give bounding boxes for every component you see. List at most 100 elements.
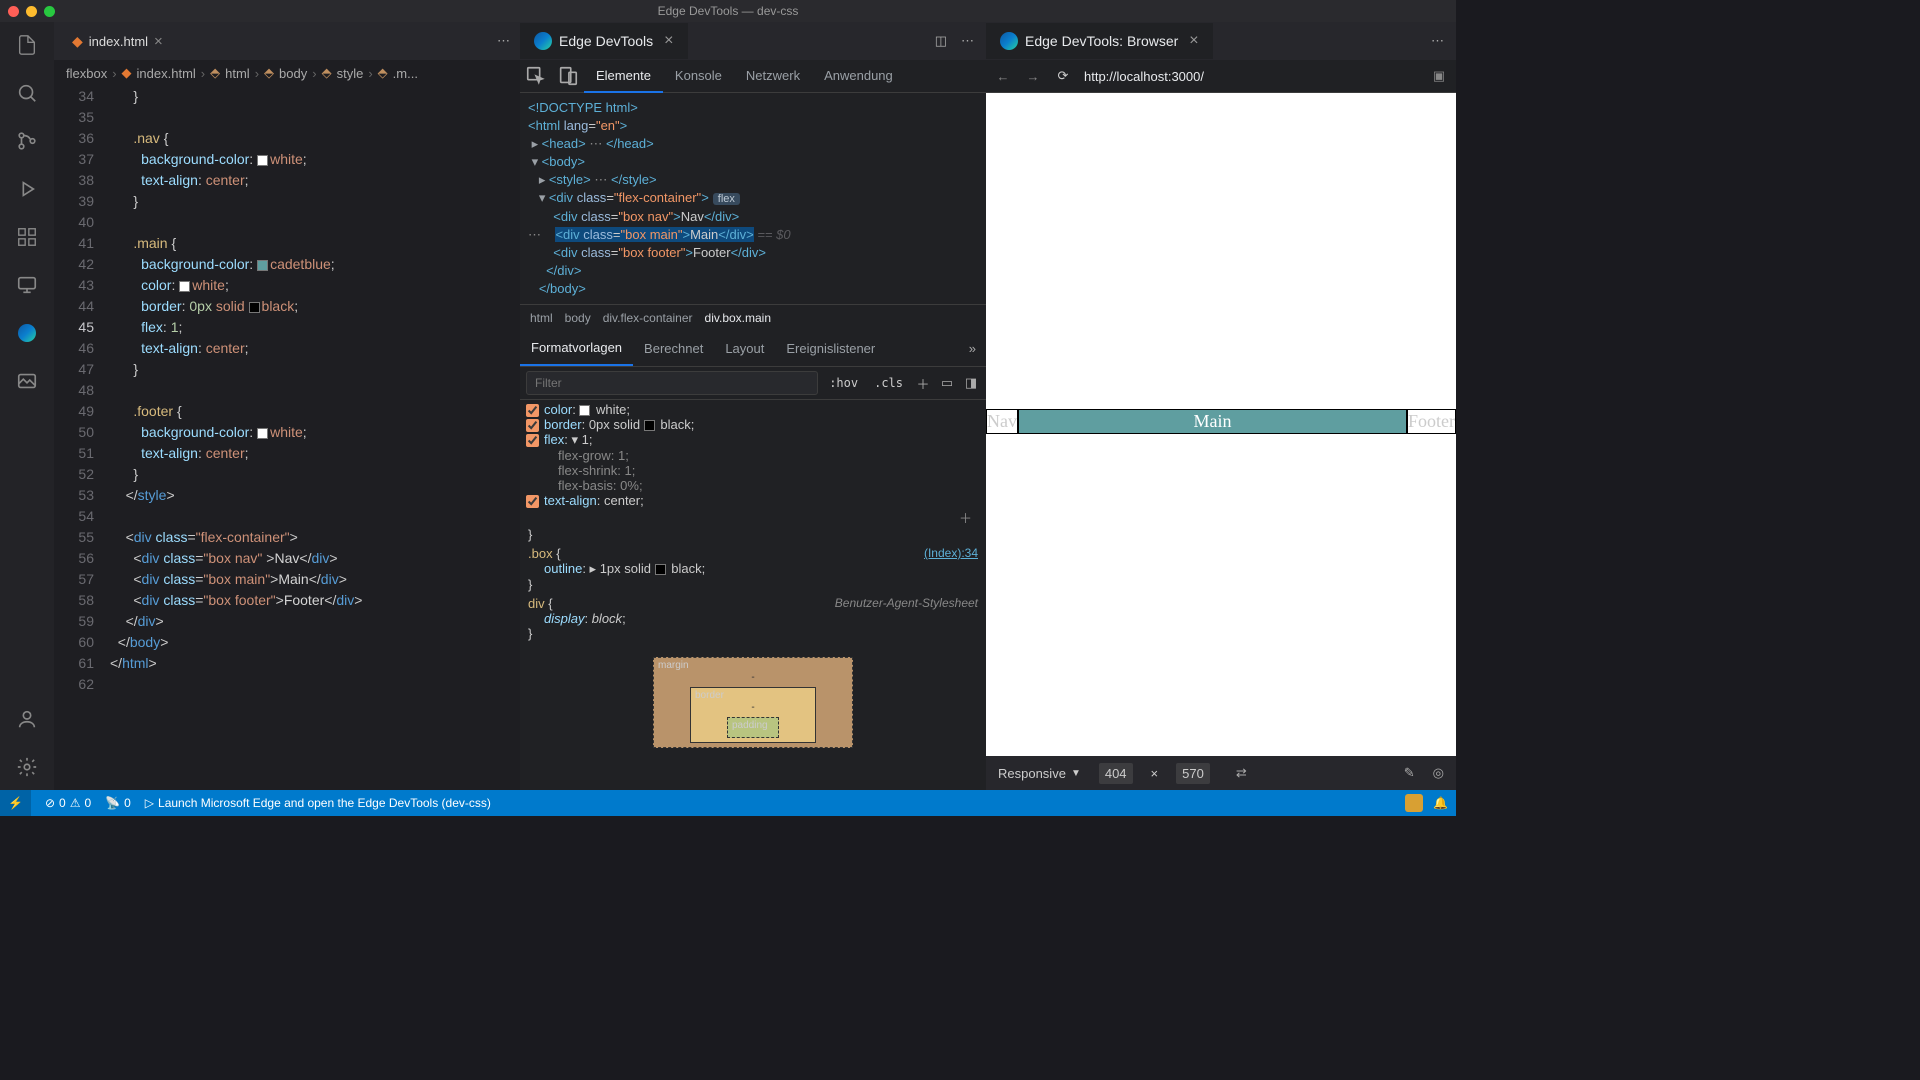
editor-body[interactable]: 3435363738394041424344454647484950515253… — [54, 86, 520, 790]
style-selector[interactable]: .box — [528, 546, 553, 561]
rotate-icon[interactable]: ⇄ — [1236, 765, 1247, 781]
notifications-icon[interactable]: 🔔 — [1433, 796, 1448, 810]
breadcrumb-item[interactable]: style — [337, 66, 364, 81]
preview-main-box: Main — [1018, 409, 1407, 434]
html-file-icon: ◆ — [72, 33, 83, 50]
breadcrumb-item[interactable]: html — [225, 66, 250, 81]
source-control-icon[interactable] — [14, 128, 40, 154]
remote-icon[interactable] — [14, 272, 40, 298]
extensions-icon[interactable] — [14, 224, 40, 250]
editor-tab-bar: ◆ index.html × ⋯ — [54, 22, 520, 60]
devtools-tab[interactable]: Edge DevTools × — [520, 23, 688, 59]
tool-tab[interactable]: Elemente — [584, 60, 663, 93]
dom-crumb-item[interactable]: html — [530, 311, 553, 325]
close-tab-icon[interactable]: × — [1189, 32, 1198, 50]
preview-nav-box: Nav — [986, 409, 1018, 434]
dom-crumb-item[interactable]: div.flex-container — [603, 311, 693, 325]
status-badge-icon[interactable] — [1405, 794, 1423, 812]
device-icon[interactable]: ▭ — [938, 375, 956, 391]
browser-tab[interactable]: Edge DevTools: Browser × — [986, 23, 1213, 59]
new-style-icon[interactable]: ＋ — [914, 374, 932, 393]
back-icon[interactable]: ← — [994, 69, 1012, 84]
close-window-button[interactable] — [8, 6, 19, 17]
preview-footer-box: Footer — [1407, 409, 1456, 434]
minimize-window-button[interactable] — [26, 6, 37, 17]
dom-crumb-item[interactable]: div.box.main — [705, 311, 771, 325]
style-source-link[interactable]: (Index):34 — [924, 546, 978, 560]
tool-tab[interactable]: Netzwerk — [734, 60, 812, 93]
viewport-width[interactable]: 404 — [1099, 763, 1133, 784]
style-prop-toggle[interactable] — [526, 404, 539, 417]
maximize-window-button[interactable] — [44, 6, 55, 17]
breadcrumb-item[interactable]: flexbox — [66, 66, 107, 81]
screenshot-icon[interactable]: ✎ — [1404, 765, 1415, 781]
styles-tab-bar: Formatvorlagen Berechnet Layout Ereignis… — [520, 331, 986, 367]
style-prop-toggle[interactable] — [526, 434, 539, 447]
close-tab-icon[interactable]: × — [154, 33, 163, 50]
breadcrumb-item[interactable]: .m... — [393, 66, 418, 81]
account-icon[interactable] — [14, 706, 40, 732]
editor-tab-index[interactable]: ◆ index.html × — [60, 27, 175, 56]
more-tabs-icon[interactable]: » — [969, 341, 986, 356]
launch-hint[interactable]: ▷Launch Microsoft Edge and open the Edge… — [145, 796, 491, 810]
search-icon[interactable] — [14, 80, 40, 106]
devtools-tab-bar: Edge DevTools × ◫ ⋯ — [520, 22, 986, 60]
editor-tab-label: index.html — [89, 34, 148, 49]
more-actions-icon[interactable]: ⋯ — [961, 33, 974, 49]
more-actions-icon[interactable]: ⋯ — [1431, 33, 1444, 49]
tool-tab[interactable]: Konsole — [663, 60, 734, 93]
edge-icon — [534, 32, 552, 50]
errors-count[interactable]: ⊘0 ⚠0 — [45, 796, 91, 810]
style-selector[interactable]: div — [528, 596, 545, 611]
styles-tab-layout[interactable]: Layout — [714, 332, 775, 365]
remote-indicator[interactable]: ⚡ — [0, 790, 31, 816]
panel-icon[interactable]: ◨ — [962, 375, 980, 391]
dom-crumb-item[interactable]: body — [565, 311, 591, 325]
edge-tools-icon[interactable] — [14, 320, 40, 346]
code-content[interactable]: } .nav { background-color: white; text-a… — [110, 86, 520, 790]
inspect-icon[interactable]: ▣ — [1430, 68, 1448, 84]
url-bar[interactable]: http://localhost:3000/ — [1084, 69, 1418, 84]
style-prop-toggle[interactable] — [526, 495, 539, 508]
viewport-height[interactable]: 570 — [1176, 763, 1210, 784]
browser-viewport[interactable]: Nav Main Footer — [986, 93, 1456, 756]
cls-toggle[interactable]: .cls — [869, 373, 908, 393]
reload-icon[interactable]: ⟳ — [1054, 68, 1072, 84]
styles-filter-input[interactable] — [526, 371, 818, 395]
run-debug-icon[interactable] — [14, 176, 40, 202]
box-model-diagram[interactable]: margin - border - padding - — [528, 645, 978, 748]
settings-icon[interactable] — [14, 754, 40, 780]
dom-breadcrumb[interactable]: html body div.flex-container div.box.mai… — [520, 304, 986, 331]
styles-tab-listeners[interactable]: Ereignislistener — [775, 332, 886, 365]
traffic-lights — [8, 6, 55, 17]
styles-pane[interactable]: color: white;border: 0px solid black;fle… — [520, 400, 986, 790]
editor-panel: ◆ index.html × ⋯ flexbox› ◆index.html› ⬘… — [54, 22, 520, 790]
breadcrumb-item[interactable]: body — [279, 66, 307, 81]
styles-tab-format[interactable]: Formatvorlagen — [520, 331, 633, 366]
ua-stylesheet-label: Benutzer-Agent-Stylesheet — [835, 596, 978, 610]
devtools-panel: Edge DevTools × ◫ ⋯ ElementeKonsoleNetzw… — [520, 22, 986, 790]
device-toggle-icon[interactable] — [552, 65, 584, 87]
hov-toggle[interactable]: :hov — [824, 373, 863, 393]
style-prop-toggle[interactable] — [526, 419, 539, 432]
tool-tab[interactable]: Anwendung — [812, 60, 905, 93]
close-tab-icon[interactable]: × — [664, 32, 673, 50]
device-selector[interactable]: Responsive ▼ — [998, 766, 1081, 781]
browser-tab-bar: Edge DevTools: Browser × ⋯ — [986, 22, 1456, 60]
devtools-toolbar: ElementeKonsoleNetzwerkAnwendung — [520, 60, 986, 93]
image-icon[interactable] — [14, 368, 40, 394]
breadcrumb[interactable]: flexbox› ◆index.html› ⬘html› ⬘body› ⬘sty… — [54, 60, 520, 86]
dimension-separator: × — [1151, 766, 1159, 781]
inspect-element-icon[interactable] — [520, 65, 552, 87]
line-gutter: 3435363738394041424344454647484950515253… — [54, 86, 110, 790]
breadcrumb-item[interactable]: index.html — [137, 66, 196, 81]
dom-tree[interactable]: <!DOCTYPE html> <html lang="en"> ▸<head>… — [520, 93, 986, 304]
editor-more-icon[interactable]: ⋯ — [497, 33, 520, 49]
device-emulation-bar: Responsive ▼ 404 × 570 ⇄ ✎ ◎ — [986, 756, 1456, 790]
forward-icon[interactable]: → — [1024, 69, 1042, 84]
ports-count[interactable]: 📡0 — [105, 796, 131, 810]
device-settings-icon[interactable]: ◎ — [1433, 765, 1444, 781]
explorer-icon[interactable] — [14, 32, 40, 58]
split-editor-icon[interactable]: ◫ — [935, 33, 947, 49]
styles-tab-computed[interactable]: Berechnet — [633, 332, 714, 365]
